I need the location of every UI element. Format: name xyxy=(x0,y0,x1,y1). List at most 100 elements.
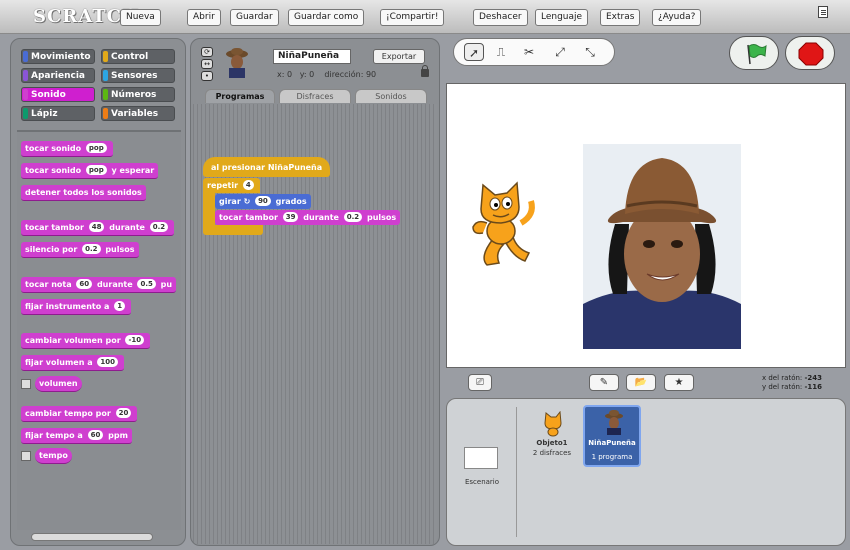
degrees-input[interactable]: 90 xyxy=(255,196,271,206)
category-looks[interactable]: Apariencia xyxy=(21,68,95,83)
block-label: girar xyxy=(219,197,241,206)
sprite-name-field[interactable]: NiñaPuneña xyxy=(273,49,351,64)
presentation-mode-icon[interactable]: ⎚ xyxy=(468,374,492,391)
tempo-input[interactable]: 60 xyxy=(87,430,104,440)
instrument-dropdown[interactable]: 1 xyxy=(114,301,126,311)
play-sound-wait-block[interactable]: tocar sonido pop y esperar xyxy=(21,163,159,179)
play-note-block[interactable]: tocar nota 60 durante 0.5 pu xyxy=(21,277,177,293)
share-button[interactable]: ¡Compartir! xyxy=(380,9,445,26)
block-label: tocar tambor xyxy=(219,213,278,222)
block-label: durante xyxy=(109,223,145,232)
language-button[interactable]: Lenguaje xyxy=(535,9,589,26)
script-pane: ⟳ ↔ • NiñaPuneña Exportar x: 0 y: 0 dire… xyxy=(190,38,440,546)
category-motion[interactable]: Movimiento xyxy=(21,49,95,64)
stop-all-sounds-block[interactable]: detener todos los sonidos xyxy=(21,185,146,201)
sprite-library: Escenario Objeto1 2 disfraces NiñaPuneña… xyxy=(446,398,846,546)
rotate-all-around-icon[interactable]: ⟳ xyxy=(201,47,213,57)
duplicate-stamp-icon[interactable]: ⎍ xyxy=(491,43,511,61)
category-label: Variables xyxy=(111,109,159,119)
palette-horizontal-scrollbar[interactable] xyxy=(31,533,153,541)
script-canvas[interactable]: al presionar NiñaPuneña repetir 4 girar … xyxy=(193,104,437,544)
save-as-button[interactable]: Guardar como xyxy=(288,9,365,26)
stage-thumbnail[interactable] xyxy=(464,447,498,469)
paint-new-sprite-icon[interactable]: ✎ xyxy=(589,374,619,391)
volume-monitor-checkbox[interactable] xyxy=(21,379,31,389)
block-label: pulsos xyxy=(366,213,397,222)
choose-sprite-from-file-icon[interactable]: 📂 xyxy=(626,374,656,391)
beats-input[interactable]: 0.5 xyxy=(137,279,156,289)
tempo-reporter-block[interactable]: tempo xyxy=(35,448,72,464)
volume-input[interactable]: 100 xyxy=(97,357,119,367)
lock-icon[interactable] xyxy=(421,65,429,77)
play-drum-script-block[interactable]: tocar tambor 39 durante 0.2 pulsos xyxy=(215,210,401,225)
tab-sounds[interactable]: Sonidos xyxy=(355,89,427,103)
export-button[interactable]: Exportar xyxy=(373,49,425,64)
change-tempo-block[interactable]: cambiar tempo por 20 xyxy=(21,406,138,422)
when-clicked-hat-block[interactable]: al presionar NiñaPuneña xyxy=(203,157,331,177)
delete-scissors-icon[interactable]: ✂ xyxy=(519,43,539,61)
rest-block[interactable]: silencio por 0.2 pulsos xyxy=(21,242,139,258)
category-label: Apariencia xyxy=(31,71,86,81)
category-sound[interactable]: Sonido xyxy=(21,87,95,102)
motion-color-swatch xyxy=(23,51,28,62)
drum-dropdown[interactable]: 48 xyxy=(88,222,105,232)
note-dropdown[interactable]: 60 xyxy=(76,279,93,289)
stop-button[interactable] xyxy=(785,36,835,70)
pen-color-swatch xyxy=(23,108,28,119)
tab-scripts[interactable]: Programas xyxy=(205,89,275,103)
help-button[interactable]: ¿Ayuda? xyxy=(652,9,702,26)
category-sensing[interactable]: Sensores xyxy=(101,68,175,83)
block-label: fijar volumen a xyxy=(25,358,93,367)
block-label: detener todos los sonidos xyxy=(25,188,142,197)
set-volume-block[interactable]: fijar volumen a 100 xyxy=(21,355,125,371)
category-pen[interactable]: Lápiz xyxy=(21,106,95,121)
green-flag-button[interactable] xyxy=(729,36,779,70)
category-operators[interactable]: Números xyxy=(101,87,175,102)
block-label: cambiar tempo por xyxy=(25,409,111,418)
volume-change-input[interactable]: -10 xyxy=(125,335,145,345)
play-sound-block[interactable]: tocar sonido pop xyxy=(21,141,113,157)
shrink-icon[interactable]: ⤡ xyxy=(580,43,600,61)
sprite-card-objeto1[interactable]: Objeto1 2 disfraces xyxy=(523,407,581,469)
save-button[interactable]: Guardar xyxy=(230,9,279,26)
turn-block[interactable]: girar ↻ 90 grados xyxy=(215,194,311,209)
grow-icon[interactable]: ⤢ xyxy=(550,43,570,61)
scratch-cat-sprite[interactable] xyxy=(469,179,539,269)
set-tempo-block[interactable]: fijar tempo a 60 ppm xyxy=(21,428,132,444)
tempo-change-input[interactable]: 20 xyxy=(115,408,132,418)
repeat-count-input[interactable]: 4 xyxy=(242,180,254,190)
repeat-block[interactable]: repetir 4 xyxy=(203,178,260,193)
block-label: pu xyxy=(160,280,173,289)
block-label: volumen xyxy=(39,379,78,388)
sensing-color-swatch xyxy=(103,70,108,81)
beats-input[interactable]: 0.2 xyxy=(149,222,169,232)
undo-button[interactable]: Deshacer xyxy=(473,9,528,26)
drum-dropdown[interactable]: 39 xyxy=(282,212,299,222)
arrow-cursor-icon[interactable]: ➚ xyxy=(464,43,484,61)
looks-color-swatch xyxy=(23,70,28,81)
volume-reporter-block[interactable]: volumen xyxy=(35,376,82,392)
extras-button[interactable]: Extras xyxy=(600,9,641,26)
category-label: Lápiz xyxy=(31,109,58,119)
set-instrument-block[interactable]: fijar instrumento a 1 xyxy=(21,299,132,315)
surprise-sprite-icon[interactable]: ★ xyxy=(664,374,694,391)
x-label: x: xyxy=(277,70,285,79)
open-button[interactable]: Abrir xyxy=(187,9,221,26)
sprite-card-ninapunena[interactable]: NiñaPuneña 1 programa xyxy=(583,405,641,467)
category-variables[interactable]: Variables xyxy=(101,106,175,121)
page-menu-icon[interactable] xyxy=(818,6,828,18)
beats-input[interactable]: 0.2 xyxy=(343,212,363,222)
change-volume-block[interactable]: cambiar volumen por -10 xyxy=(21,333,151,349)
tab-costumes[interactable]: Disfraces xyxy=(279,89,351,103)
new-button[interactable]: Nueva xyxy=(120,9,161,26)
stage[interactable] xyxy=(446,83,846,368)
beats-input[interactable]: 0.2 xyxy=(82,244,101,254)
category-control[interactable]: Control xyxy=(101,49,175,64)
tempo-monitor-checkbox[interactable] xyxy=(21,451,31,461)
sound-dropdown[interactable]: pop xyxy=(85,165,107,175)
no-rotation-icon[interactable]: • xyxy=(201,71,213,81)
play-drum-block[interactable]: tocar tambor 48 durante 0.2 xyxy=(21,220,175,236)
left-right-rotation-icon[interactable]: ↔ xyxy=(201,59,213,69)
nina-punena-sprite[interactable] xyxy=(583,144,741,349)
sound-dropdown[interactable]: pop xyxy=(85,143,107,153)
